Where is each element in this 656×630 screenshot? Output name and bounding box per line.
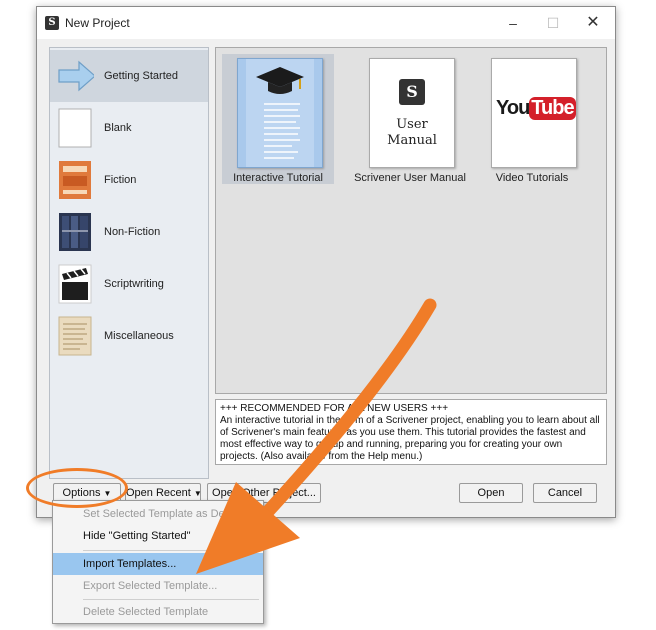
category-sidebar: Getting Started Blank Fiction Non-Fictio… bbox=[49, 47, 209, 479]
scrivener-logo-icon: S bbox=[399, 79, 425, 105]
sidebar-item-label: Non-Fiction bbox=[104, 226, 161, 238]
close-button[interactable]: ✕ bbox=[573, 11, 613, 35]
sidebar-item-fiction[interactable]: Fiction bbox=[50, 154, 208, 206]
new-project-window: S New Project – ☐ ✕ Getting Started Blan… bbox=[36, 6, 616, 518]
menu-item-export-selected-template[interactable]: Export Selected Template... bbox=[53, 575, 263, 597]
blank-page-icon bbox=[58, 108, 92, 148]
sidebar-item-scriptwriting[interactable]: Scriptwriting bbox=[50, 258, 208, 310]
template-label: Interactive Tutorial bbox=[233, 172, 323, 184]
video-tutorials-cover: You Tube bbox=[491, 58, 577, 168]
template-scrivener-user-manual[interactable]: S User Manual Scrivener User Manual bbox=[354, 54, 466, 184]
sidebar-item-non-fiction[interactable]: Non-Fiction bbox=[50, 206, 208, 258]
options-dropdown-menu: Set Selected Template as Default Hide "G… bbox=[52, 500, 264, 624]
arrow-icon bbox=[58, 60, 94, 92]
sidebar-item-getting-started[interactable]: Getting Started bbox=[50, 50, 208, 102]
scrivener-app-icon: S bbox=[45, 16, 59, 30]
cancel-button[interactable]: Cancel bbox=[533, 483, 597, 503]
template-video-tutorials[interactable]: You Tube Video Tutorials bbox=[476, 54, 588, 184]
sidebar-item-label: Fiction bbox=[104, 174, 137, 186]
sidebar-item-label: Blank bbox=[104, 122, 132, 134]
sidebar-item-blank[interactable]: Blank bbox=[50, 102, 208, 154]
caret-down-icon: ▼ bbox=[103, 489, 112, 498]
menu-item-hide-getting-started[interactable]: Hide "Getting Started" bbox=[53, 525, 263, 547]
sidebar-item-label: Scriptwriting bbox=[104, 278, 164, 290]
menu-separator bbox=[83, 599, 259, 600]
user-manual-cover: S User Manual bbox=[369, 58, 455, 168]
minimize-button[interactable]: – bbox=[493, 11, 533, 35]
clapperboard-icon bbox=[58, 264, 92, 304]
youtube-logo-icon: You Tube bbox=[496, 97, 576, 120]
menu-item-import-templates[interactable]: Import Templates... bbox=[53, 553, 263, 575]
manual-title-line2: Manual bbox=[387, 133, 437, 148]
template-grid: Interactive Tutorial S User Manual Scriv… bbox=[215, 47, 607, 394]
description-heading: +++ RECOMMENDED FOR ALL NEW USERS +++ bbox=[220, 403, 449, 414]
sidebar-item-label: Getting Started bbox=[104, 70, 178, 82]
sidebar-item-label: Miscellaneous bbox=[104, 330, 174, 342]
title-bar: S New Project – ☐ ✕ bbox=[37, 7, 615, 39]
maximize-button[interactable]: ☐ bbox=[533, 11, 573, 35]
description-body: An interactive tutorial in the form of a… bbox=[220, 415, 600, 462]
graduation-cap-icon bbox=[246, 59, 314, 167]
template-label: Scrivener User Manual bbox=[354, 172, 466, 184]
menu-item-set-default-template[interactable]: Set Selected Template as Default bbox=[53, 503, 263, 525]
parchment-icon bbox=[58, 316, 92, 356]
bookshelf-icon bbox=[59, 213, 91, 251]
template-interactive-tutorial[interactable]: Interactive Tutorial bbox=[222, 54, 334, 184]
fiction-book-icon bbox=[59, 161, 91, 199]
menu-separator bbox=[83, 550, 259, 551]
sidebar-item-miscellaneous[interactable]: Miscellaneous bbox=[50, 310, 208, 362]
caret-down-icon: ▼ bbox=[193, 489, 202, 498]
template-description: +++ RECOMMENDED FOR ALL NEW USERS +++ An… bbox=[215, 399, 607, 465]
tutorial-cover bbox=[237, 58, 323, 168]
open-button[interactable]: Open bbox=[459, 483, 523, 503]
menu-item-delete-selected-template[interactable]: Delete Selected Template bbox=[53, 601, 263, 623]
window-title: New Project bbox=[65, 16, 130, 30]
template-label: Video Tutorials bbox=[495, 172, 569, 184]
manual-title-line1: User bbox=[396, 117, 428, 132]
